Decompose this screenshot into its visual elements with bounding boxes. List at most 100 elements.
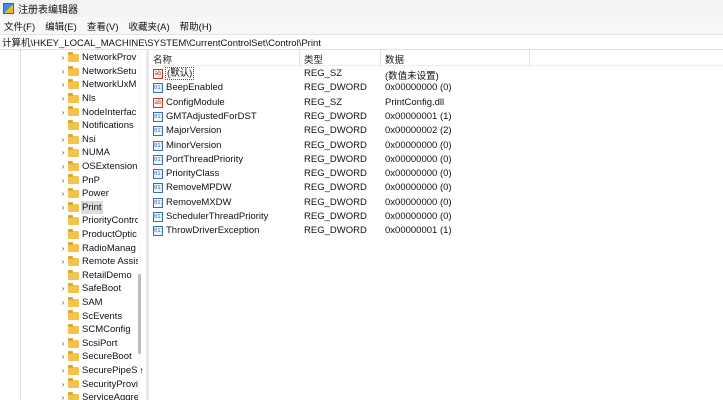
value-type: REG_DWORD	[304, 125, 367, 137]
menu-favorites[interactable]: 收藏夹(A)	[124, 19, 175, 33]
value-row[interactable]: 011 MajorVersion REG_DWORD 0x00000002 (2)	[149, 124, 723, 138]
value-row[interactable]: ab ConfigModule REG_SZ PrintConfig.dll	[149, 96, 723, 110]
tree-item[interactable]: › ScsiPort	[0, 337, 146, 351]
tree-item-label: ServiceAggre	[82, 392, 140, 400]
chevron-right-icon[interactable]: ›	[59, 201, 67, 214]
chevron-right-icon[interactable]: ›	[59, 106, 67, 119]
tree-item[interactable]: › ServiceAggre	[0, 391, 146, 400]
value-row[interactable]: 011 PriorityClass REG_DWORD 0x00000000 (0)	[149, 167, 723, 181]
registry-editor-icon	[3, 3, 14, 14]
folder-icon	[68, 378, 79, 389]
tree-item[interactable]: › OSExtensionI	[0, 160, 146, 174]
chevron-right-icon[interactable]: ›	[59, 160, 67, 173]
value-row[interactable]: 011 SchedulerThreadPriority REG_DWORD 0x000…	[149, 210, 723, 224]
tree-item[interactable]: ProductOptic	[0, 228, 146, 242]
chevron-right-icon[interactable]: ›	[59, 378, 67, 391]
chevron-right-icon[interactable]: ›	[59, 146, 67, 159]
tree-item[interactable]: › SecurePipeSe	[0, 364, 146, 378]
value-row[interactable]: 011 RemoveMPDW REG_DWORD 0x00000000 (0)	[149, 181, 723, 195]
column-header-name[interactable]: 名称	[153, 52, 172, 66]
tree-item[interactable]: ScEvents	[0, 309, 146, 323]
value-row[interactable]: 011 RemoveMXDW REG_DWORD 0x00000000 (0)	[149, 196, 723, 210]
folder-icon	[68, 310, 79, 321]
tree-item[interactable]: › Power	[0, 187, 146, 201]
tree-item[interactable]: › SecurityProvi	[0, 377, 146, 391]
tree-item[interactable]: SCMConfig	[0, 323, 146, 337]
tree-scrollbar[interactable]	[138, 50, 141, 400]
address-bar[interactable]: 计算机\HKEY_LOCAL_MACHINE\SYSTEM\CurrentCon…	[0, 34, 723, 50]
tree-item[interactable]: Notifications	[0, 119, 146, 133]
value-row[interactable]: 011 ThrowDriverException REG_DWORD 0x000000…	[149, 224, 723, 238]
tree-item[interactable]: › NetworkUxM	[0, 78, 146, 92]
tree-item[interactable]: › SAM	[0, 296, 146, 310]
value-data: (数值未设置)	[385, 71, 439, 82]
dword-value-icon: 011	[153, 111, 163, 122]
value-list[interactable]: 名称 类型 数据 ab (默认) REG_SZ (数值未设置) 011 BeepEnabl…	[149, 50, 723, 400]
value-row[interactable]: 011 MinorVersion REG_DWORD 0x00000000 (0)	[149, 139, 723, 153]
value-data: PrintConfig.dll	[385, 96, 445, 108]
folder-icon	[68, 324, 79, 334]
tree-item[interactable]: › NetworkSetu	[0, 65, 146, 79]
folder-icon	[68, 337, 79, 348]
folder-icon	[68, 228, 79, 239]
tree-scrollbar-thumb[interactable]	[138, 274, 141, 354]
chevron-right-icon[interactable]: ›	[59, 350, 67, 363]
chevron-right-icon[interactable]: ›	[59, 51, 67, 64]
menu-edit[interactable]: 编辑(E)	[41, 19, 83, 33]
chevron-right-icon[interactable]: ›	[59, 296, 67, 309]
tree-item-label: SecureBoot	[82, 351, 132, 363]
tree-item[interactable]: › RadioManag	[0, 241, 146, 255]
tree-item[interactable]: › SafeBoot	[0, 282, 146, 296]
tree-item[interactable]: › Print	[0, 200, 146, 215]
tree-item[interactable]: › Nsi	[0, 133, 146, 147]
tree-item[interactable]: › NetworkProv	[0, 51, 146, 65]
menu-file[interactable]: 文件(F)	[0, 19, 41, 33]
column-separator[interactable]	[529, 50, 530, 66]
chevron-right-icon[interactable]: ›	[59, 174, 67, 187]
address-path[interactable]: 计算机\HKEY_LOCAL_MACHINE\SYSTEM\CurrentCon…	[0, 35, 321, 49]
tree-item-label: NUMA	[82, 147, 110, 159]
chevron-right-icon[interactable]: ›	[59, 391, 67, 400]
tree-item-label: Remote Assis	[82, 256, 141, 268]
menu-view[interactable]: 查看(V)	[83, 19, 125, 33]
value-row[interactable]: 011 PortThreadPriority REG_DWORD 0x00000000…	[149, 153, 723, 167]
tree-item[interactable]: › SecureBoot	[0, 350, 146, 364]
column-header-data[interactable]: 数据	[385, 52, 404, 66]
column-separator[interactable]	[380, 50, 381, 66]
key-tree[interactable]: › NetworkProv › NetworkSetu › NetworkUxM › Nls ›…	[0, 50, 146, 400]
chevron-right-icon[interactable]: ›	[59, 255, 67, 268]
column-header-type[interactable]: 类型	[304, 52, 323, 66]
chevron-right-icon[interactable]: ›	[59, 78, 67, 91]
chevron-right-icon[interactable]: ›	[59, 337, 67, 350]
tree-item-label: SAM	[82, 297, 103, 309]
string-value-icon: ab	[153, 97, 163, 108]
tree-item[interactable]: RetailDemo	[0, 269, 146, 283]
folder-icon	[68, 188, 79, 198]
chevron-right-icon[interactable]: ›	[59, 364, 67, 377]
chevron-right-icon[interactable]: ›	[59, 187, 67, 200]
value-type: REG_SZ	[304, 68, 343, 79]
chevron-right-icon[interactable]: ›	[59, 92, 67, 105]
tree-item[interactable]: › Remote Assis	[0, 255, 146, 269]
column-separator[interactable]	[299, 50, 300, 66]
tree-item-label: ScEvents	[82, 310, 123, 322]
tree-item-label: Power	[82, 188, 109, 200]
tree-item[interactable]: › Nls	[0, 92, 146, 106]
chevron-right-icon[interactable]: ›	[59, 65, 67, 78]
menu-help[interactable]: 帮助(H)	[176, 19, 218, 33]
tree-item-label: RadioManag	[82, 242, 136, 254]
value-row[interactable]: ab (默认) REG_SZ (数值未设置)	[149, 67, 723, 82]
tree-item[interactable]: › NodeInterfac	[0, 105, 146, 119]
chevron-right-icon[interactable]: ›	[59, 242, 67, 255]
dword-value-icon: 011	[153, 169, 163, 180]
chevron-right-icon[interactable]: ›	[59, 133, 67, 146]
value-row[interactable]: 011 GMTAdjustedForDST REG_DWORD 0x00000001 …	[149, 110, 723, 124]
value-name: ConfigModule	[166, 96, 225, 108]
tree-item-label: Notifications	[82, 120, 134, 132]
tree-item[interactable]: PriorityContro	[0, 214, 146, 228]
tree-item[interactable]: › PnP	[0, 173, 146, 187]
tree-item[interactable]: › NUMA	[0, 146, 146, 160]
folder-icon	[68, 201, 79, 212]
chevron-right-icon[interactable]: ›	[59, 282, 67, 295]
value-row[interactable]: 011 BeepEnabled REG_DWORD 0x00000000 (0)	[149, 81, 723, 95]
